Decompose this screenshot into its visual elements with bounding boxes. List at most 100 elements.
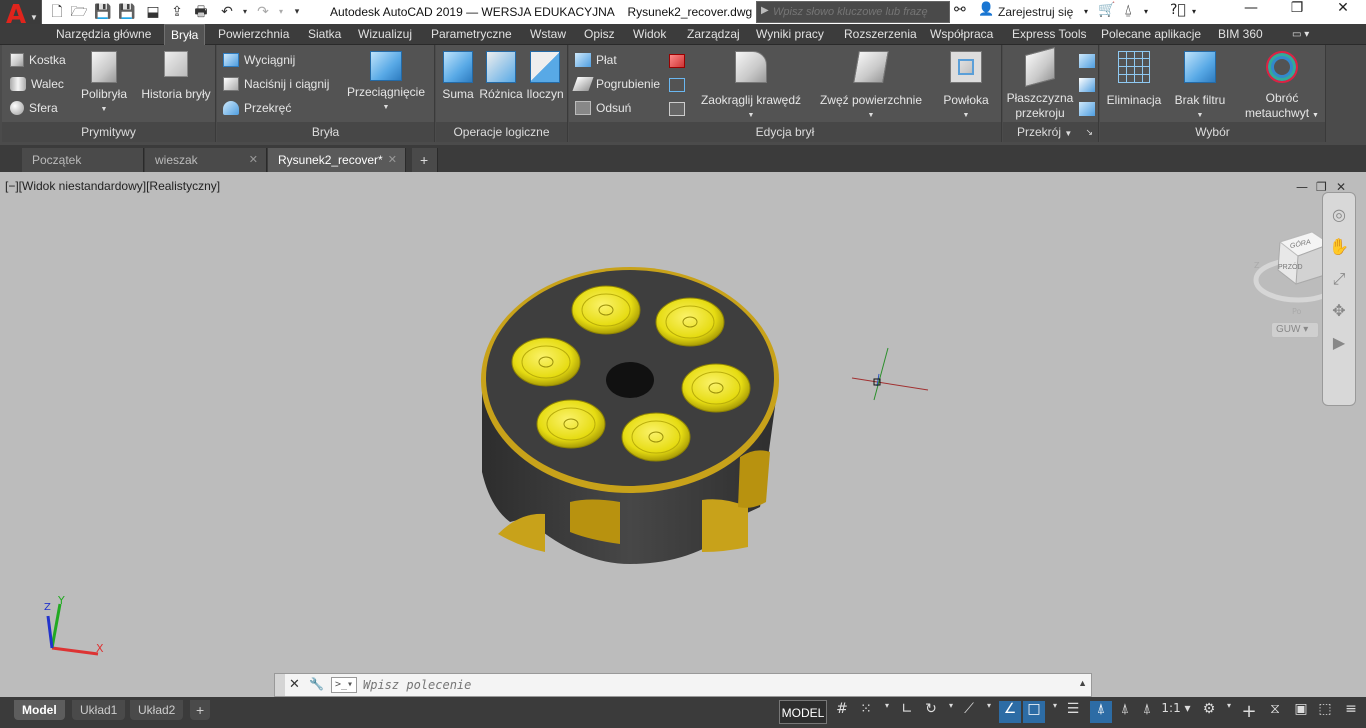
search-input[interactable] [773, 4, 945, 20]
polar-tracking-icon[interactable]: ↻ [920, 701, 942, 723]
annotation-scale-value[interactable]: 1:1 ▾ [1160, 701, 1192, 723]
tab-bim-360[interactable]: BIM 360 [1212, 24, 1269, 45]
customize-status-bar-icon[interactable]: ≡ [1340, 701, 1362, 723]
upload-icon[interactable]: ⇪ [168, 3, 186, 21]
dialog-launcher-icon[interactable]: ↘ [1085, 122, 1093, 142]
tab-narzedzia-glowne[interactable]: Narzędzia główne [50, 24, 157, 45]
tab-wyniki-pracy[interactable]: Wyniki pracy [750, 24, 830, 45]
lineweight-icon[interactable]: ☰ [1062, 701, 1084, 723]
layout-tab-uklad2[interactable]: Układ2 [130, 700, 184, 720]
layout-tab-uklad1[interactable]: Układ1 [72, 700, 126, 720]
layout-tab-model[interactable]: Model [14, 700, 65, 720]
isodraft-dropdown-icon[interactable]: ▾ [978, 701, 1000, 723]
save-icon[interactable]: 💾 [94, 3, 112, 21]
suma-button[interactable]: Suma [438, 51, 478, 102]
hardware-acceleration-icon[interactable]: ▣ [1290, 701, 1312, 723]
object-snap-tracking-icon[interactable]: ∠ [999, 701, 1021, 723]
customize-toolbar-icon[interactable]: ▾ [288, 3, 306, 21]
close-command-line-icon[interactable]: ✕ [289, 677, 300, 692]
przeciagniecie-button[interactable]: Przeciągnięcie ▼ [343, 51, 429, 115]
generate-section-button[interactable] [1079, 99, 1100, 119]
snap-dropdown-icon[interactable]: ▾ [876, 701, 898, 723]
viewport-controls-label[interactable]: [−][Widok niestandardowy][Realistyczny] [5, 179, 220, 193]
viewcube-front-face[interactable]: PRZÓD [1278, 264, 1303, 271]
undo-icon[interactable]: ↶ [218, 3, 236, 21]
help-icon[interactable]: ?⃝ [1170, 2, 1186, 22]
tab-wstaw[interactable]: Wstaw [524, 24, 572, 45]
binoculars-icon[interactable]: ⚯ [954, 2, 966, 22]
a360-dropdown-icon[interactable]: ▾ [1144, 2, 1148, 22]
interfere-button[interactable] [669, 51, 690, 71]
zaokraglij-krawedz-button[interactable]: Zaokrąglij krawędź ▼ [697, 51, 805, 123]
roznica-button[interactable]: Różnica [478, 51, 524, 102]
help-dropdown-icon[interactable]: ▾ [1192, 2, 1196, 22]
doc-tab-rysunek2[interactable]: Rysunek2_recover* ✕ [268, 148, 406, 172]
obroc-metauchwyt-button[interactable]: Obróć metauchwyt ▼ [1240, 51, 1324, 123]
odsun-button[interactable]: Odsuń [575, 98, 631, 118]
web-mobile-icon[interactable]: ⬓ [144, 3, 162, 21]
search-box[interactable]: ▶ [756, 1, 950, 23]
extract-edges-button[interactable] [669, 75, 690, 95]
separate-button[interactable] [669, 99, 690, 119]
plat-button[interactable]: Płat [575, 50, 617, 70]
przekrec-button[interactable]: Przekręć [223, 98, 291, 118]
doc-tab-poczatek[interactable]: Początek [22, 148, 144, 172]
zwez-powierzchnie-button[interactable]: Zwęź powierzchnie ▼ [815, 51, 927, 123]
zoom-extents-icon[interactable]: ⤢ [1323, 269, 1355, 301]
restore-icon[interactable]: ❐ [1274, 0, 1320, 24]
kostka-button[interactable]: Kostka [10, 50, 66, 70]
add-layout-plus-icon[interactable]: + [190, 700, 211, 720]
drawing-viewport[interactable]: [−][Widok niestandardowy][Realistyczny] … [0, 172, 1366, 697]
nacisnij-i-ciagnij-button[interactable]: Naciśnij i ciągnij [223, 74, 329, 94]
cart-icon[interactable]: 🛒 [1098, 2, 1115, 22]
save-as-icon[interactable]: 💾 [118, 3, 136, 21]
annotation-scale-icon[interactable]: ⍋ [1136, 701, 1158, 723]
autodesk-a360-icon[interactable]: ⍙ [1124, 2, 1132, 22]
annotation-visibility-icon[interactable]: ⍋ [1090, 701, 1112, 723]
iloczyn-button[interactable]: Iloczyn [524, 51, 566, 102]
tab-rozszerzenia[interactable]: Rozszerzenia [838, 24, 923, 45]
tab-parametryczne[interactable]: Parametryczne [425, 24, 518, 45]
orbit-icon[interactable]: ✥ [1323, 301, 1355, 333]
ortho-icon[interactable]: ∟ [896, 701, 918, 723]
wyciagnij-button[interactable]: Wyciągnij [223, 50, 295, 70]
object-snap-icon[interactable]: □ [1023, 701, 1045, 723]
historia-bryly-button[interactable]: Historia bryły [138, 51, 214, 102]
ucs-menu-dropdown[interactable]: GUW ▾ [1271, 322, 1319, 338]
tab-polecane-aplikacje[interactable]: Polecane aplikacje [1095, 24, 1207, 45]
tab-bryla[interactable]: Bryła [164, 24, 206, 45]
minimize-icon[interactable]: — [1228, 0, 1274, 24]
add-jog-button[interactable] [1079, 75, 1100, 95]
showmotion-icon[interactable]: ▶ [1323, 333, 1355, 365]
isodraft-icon[interactable]: ⟋ [958, 701, 980, 723]
isolate-objects-icon[interactable]: ⧖ [1264, 701, 1286, 723]
tab-zarzadzaj[interactable]: Zarządzaj [681, 24, 746, 45]
plaszczyzna-przekroju-button[interactable]: Płaszczyzna przekroju [1005, 46, 1075, 121]
new-tab-plus-icon[interactable]: + [412, 148, 438, 172]
brak-filtru-button[interactable]: Brak filtru ▼ [1168, 51, 1232, 123]
powloka-button[interactable]: Powłoka ▼ [935, 51, 997, 123]
close-icon[interactable]: ✕ [1320, 0, 1366, 24]
panel-title-przekroj[interactable]: Przekrój ▼ ↘ [1003, 122, 1098, 142]
clean-screen-icon[interactable]: ⬚ [1314, 701, 1336, 723]
undo-dropdown-icon[interactable]: ▾ [236, 3, 254, 21]
annotation-monitor-plus-icon[interactable]: + [1238, 701, 1260, 723]
close-tab-icon[interactable]: ✕ [249, 148, 258, 172]
close-tab-icon[interactable]: ✕ [388, 148, 397, 172]
viewport-minimize-icon[interactable]: — [1296, 180, 1308, 194]
workspace-dropdown-icon[interactable]: ▾ [1218, 701, 1240, 723]
tab-siatka[interactable]: Siatka [302, 24, 347, 45]
ribbon-minimize-icon[interactable]: ▭ ▾ [1286, 24, 1315, 45]
walec-button[interactable]: Walec [10, 74, 64, 94]
snap-icon[interactable]: ⁙ [855, 701, 877, 723]
print-icon[interactable]: 🖶 [192, 3, 210, 21]
sign-in-dropdown-icon[interactable]: ▾ [1084, 2, 1088, 22]
grid-icon[interactable]: # [831, 701, 853, 723]
polibryla-button[interactable]: Polibryła ▼ [78, 51, 130, 117]
model-space-button[interactable]: MODEL [779, 700, 827, 724]
steering-wheel-icon[interactable]: ◎ [1323, 205, 1355, 237]
workspace-gear-icon[interactable]: ⚙ [1198, 701, 1220, 723]
tab-powierzchnia[interactable]: Powierzchnia [212, 24, 295, 45]
eliminacja-button[interactable]: Eliminacja [1102, 51, 1166, 108]
revolver-cylinder-model[interactable] [470, 262, 800, 602]
